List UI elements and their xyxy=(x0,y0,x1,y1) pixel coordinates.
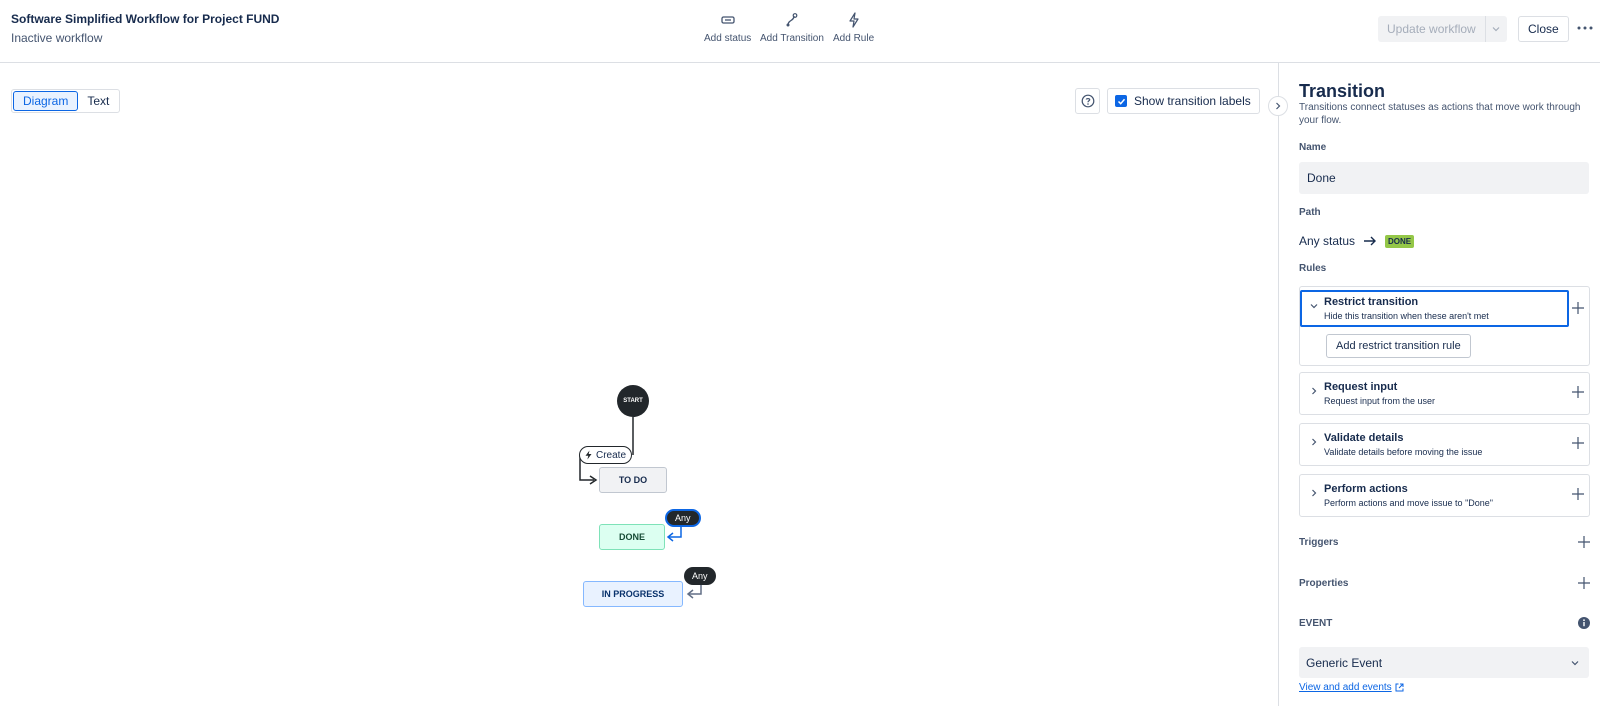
rules-label: Rules xyxy=(1299,263,1327,274)
workflow-title: Software Simplified Workflow for Project… xyxy=(11,12,280,26)
rule-card-restrict: Restrict transition Hide this transition… xyxy=(1299,286,1590,366)
rule-card-validate-details[interactable]: Validate details Validate details before… xyxy=(1299,423,1590,466)
chevron-right-icon xyxy=(1308,489,1320,497)
add-restrict-rule-button[interactable]: Add restrict transition rule xyxy=(1326,334,1471,358)
add-status-label: Add status xyxy=(704,33,752,44)
transition-panel: Transition Transitions connect statuses … xyxy=(1278,63,1600,706)
create-transition-label[interactable]: Create xyxy=(579,446,633,464)
view-events-link[interactable]: View and add events xyxy=(1299,682,1404,693)
status-node-done[interactable]: DONE xyxy=(599,524,665,550)
rule-subtitle: Perform actions and move issue to "Done" xyxy=(1324,498,1493,508)
event-label: EVENT xyxy=(1299,617,1333,629)
rule-card-perform-actions[interactable]: Perform actions Perform actions and move… xyxy=(1299,474,1590,517)
more-actions-button[interactable] xyxy=(1576,20,1594,36)
transition-icon xyxy=(786,13,798,27)
start-node[interactable]: START xyxy=(617,385,649,417)
update-workflow-group: Update workflow xyxy=(1378,16,1507,42)
chevron-right-icon xyxy=(1308,387,1320,395)
rule-title: Restrict transition xyxy=(1324,296,1419,308)
lightning-icon xyxy=(848,12,859,28)
add-status-button[interactable]: Add status xyxy=(704,12,751,44)
triggers-section: Triggers xyxy=(1299,535,1591,549)
rule-title: Perform actions xyxy=(1324,483,1408,495)
workflow-canvas[interactable]: Diagram Text Show transition labels STAR… xyxy=(0,63,1278,706)
diagram-connectors xyxy=(579,417,702,599)
chevron-down-icon xyxy=(1571,660,1579,665)
workflow-status: Inactive workflow xyxy=(11,31,103,45)
rule-subtitle: Hide this transition when these aren't m… xyxy=(1324,311,1489,321)
name-label: Name xyxy=(1299,142,1327,153)
path-to-lozenge: DONE xyxy=(1385,234,1415,248)
restrict-transition-header[interactable]: Restrict transition Hide this transition… xyxy=(1300,290,1569,327)
workflow-diagram: START Create TO DO DONE IN PROGRESS Any … xyxy=(0,63,1278,706)
status-icon xyxy=(720,16,735,24)
plus-icon[interactable] xyxy=(1571,385,1585,399)
collapse-panel-button[interactable] xyxy=(1268,96,1288,116)
more-icon xyxy=(1577,26,1593,30)
rule-card-request-input[interactable]: Request input Request input from the use… xyxy=(1299,372,1590,415)
update-options-button[interactable] xyxy=(1484,16,1507,42)
event-value: Generic Event xyxy=(1306,655,1383,670)
panel-title: Transition xyxy=(1299,81,1386,101)
plus-icon[interactable] xyxy=(1571,301,1585,315)
properties-label: Properties xyxy=(1299,577,1349,589)
event-section: EVENT xyxy=(1299,616,1591,630)
close-button[interactable]: Close xyxy=(1518,16,1569,42)
panel-description: Transitions connect statuses as actions … xyxy=(1299,102,1581,126)
path-label: Path xyxy=(1299,207,1321,218)
rule-subtitle: Validate details before moving the issue xyxy=(1324,447,1483,457)
add-trigger-plus-icon[interactable] xyxy=(1577,535,1591,549)
add-property-plus-icon[interactable] xyxy=(1577,576,1591,590)
chevron-right-icon xyxy=(1308,438,1320,446)
transition-path: Any status DONE xyxy=(1299,234,1415,248)
plus-icon[interactable] xyxy=(1571,436,1585,450)
triggers-label: Triggers xyxy=(1299,536,1339,548)
create-label: Create xyxy=(596,449,627,461)
info-icon[interactable] xyxy=(1577,616,1591,630)
chevron-down-icon xyxy=(1308,302,1320,310)
workflow-header: Software Simplified Workflow for Project… xyxy=(0,0,1600,63)
chevron-right-icon xyxy=(1276,102,1281,110)
rule-subtitle: Request input from the user xyxy=(1324,396,1436,406)
add-rule-button[interactable]: Add Rule xyxy=(833,12,874,44)
any-transition-done[interactable]: Any xyxy=(665,509,701,527)
properties-section: Properties xyxy=(1299,576,1591,590)
plus-icon[interactable] xyxy=(1571,487,1585,501)
path-from: Any status xyxy=(1299,234,1356,248)
any-transition-in-progress[interactable]: Any xyxy=(684,567,716,585)
name-input[interactable]: Done xyxy=(1299,162,1589,194)
view-events-text: View and add events xyxy=(1299,682,1392,693)
add-transition-button[interactable]: Add Transition xyxy=(760,12,824,44)
rule-title: Validate details xyxy=(1324,432,1404,444)
external-link-icon xyxy=(1395,683,1404,692)
lightning-icon xyxy=(585,450,592,460)
add-rule-label: Add Rule xyxy=(833,33,875,44)
arrow-right-icon xyxy=(1364,236,1377,246)
status-node-in-progress[interactable]: IN PROGRESS xyxy=(583,581,683,607)
add-transition-label: Add Transition xyxy=(760,33,824,44)
status-node-todo[interactable]: TO DO xyxy=(599,467,667,493)
rule-title: Request input xyxy=(1324,381,1398,393)
event-select[interactable]: Generic Event xyxy=(1299,647,1589,678)
chevron-down-icon xyxy=(1492,27,1500,32)
update-workflow-button[interactable]: Update workflow xyxy=(1378,16,1485,42)
